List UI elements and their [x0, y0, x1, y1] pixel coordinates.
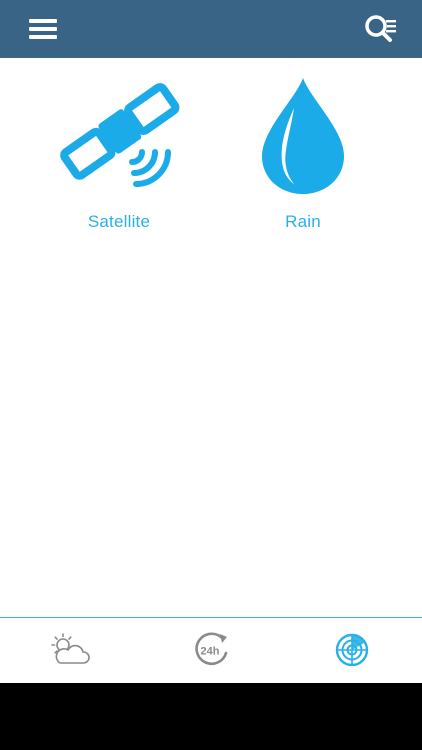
tile-satellite[interactable]: Satellite — [44, 70, 194, 240]
tile-satellite-label: Satellite — [87, 212, 151, 231]
raindrop-icon — [262, 78, 344, 194]
sun-cloud-icon — [51, 633, 90, 664]
tab-weather[interactable] — [0, 618, 140, 682]
menu-button[interactable] — [26, 14, 60, 44]
tab-24h[interactable]: 24h — [141, 618, 281, 682]
bottom-black-strip — [0, 683, 422, 750]
app-header — [0, 0, 422, 58]
search-list-icon — [365, 15, 396, 42]
satellite-icon — [60, 83, 180, 187]
search-button[interactable] — [362, 12, 402, 46]
tab-radar[interactable] — [282, 618, 422, 682]
hamburger-menu-icon — [29, 19, 57, 39]
bottom-tab-bar: 24h — [0, 617, 422, 683]
radar-icon — [335, 633, 369, 667]
tile-rain-label: Rain — [285, 212, 321, 231]
24h-icon: 24h — [195, 632, 228, 666]
24h-text: 24h — [201, 646, 220, 658]
tile-rain[interactable]: Rain — [228, 70, 378, 240]
